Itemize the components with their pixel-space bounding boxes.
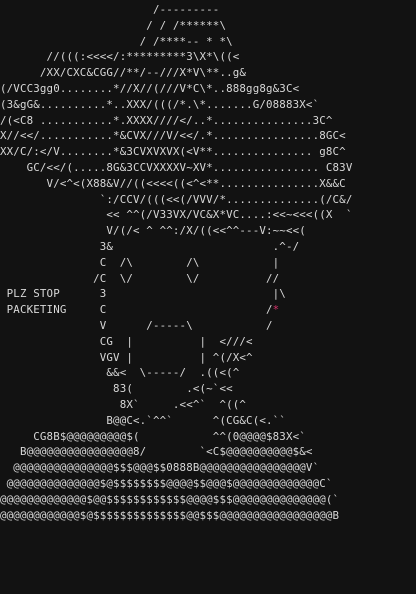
ascii-art-line: V/<^<(X88&V//((<<<<((<^<**..............… — [0, 176, 346, 190]
ascii-art-line: V /-----\ / — [0, 318, 273, 332]
ascii-art-line: @@@@@@@@@@@@@@@$$$@@@$$0888B@@@@@@@@@@@@… — [0, 461, 320, 475]
ascii-art-line: /(<C8 ...........*.XXXX////</..*........… — [0, 113, 333, 127]
ascii-art-line: PACKETING C /* — [0, 303, 280, 317]
ascii-art-line: /C \/ \/ // — [0, 271, 280, 285]
ascii-art-line: 83( .<(~`<< — [0, 382, 233, 396]
ascii-art-line: @@@@@@@@@@@@@@$@$$$$$$$$@@@@$$@@@$@@@@@@… — [0, 476, 333, 490]
ascii-art-line: `:/CCV/(((<<(/VVV/*..............(/C&/ — [0, 192, 353, 206]
ascii-art-line: GC/<</(.....8G&3CCVXXXXV~XV*............… — [0, 160, 353, 174]
ascii-art-line: V/(/< ^ ^^:/X/((<<^^---V:~~<<( — [0, 224, 306, 238]
ascii-art-line: /--------- — [0, 3, 220, 16]
ascii-art-line: VGV | | ^(/X<^ — [0, 350, 253, 364]
ascii-art-block: /--------- / / /******\ / /****-- * *\ /… — [0, 2, 352, 523]
ascii-art-line: C /\ /\ | — [0, 255, 280, 269]
ascii-art-line: XX/C/:</V........*&3CVXVXVX(<V**........… — [0, 145, 346, 159]
ascii-art-line: 3& .^-/ — [0, 239, 300, 253]
ascii-art-line: //(((:<<<</:*********3\X*\((< — [0, 50, 240, 64]
ascii-art-line: /XX/CXC&CGG//**/--///X*V\**..g& — [0, 66, 247, 80]
ascii-art-line: &&< \-----/ .((<(^ — [0, 366, 240, 380]
ascii-art-line: (3&gG&..........*..XXX/(((/*.\*.......G/… — [0, 97, 320, 111]
ascii-art-canvas: /--------- / / /******\ / /****-- * *\ /… — [0, 0, 416, 594]
ascii-art-line: B@@C<.`^^` ^(CG&C(<.`` — [0, 413, 286, 427]
ascii-art-line: @@@@@@@@@@@@@$@@$$$$$$$$$$$$@@@@$$$@@@@@… — [0, 492, 340, 506]
ascii-art-line: PLZ STOP 3 |\ — [0, 287, 286, 301]
ascii-art-line: X//<</...........*&CVX///V/<</.*........… — [0, 129, 346, 143]
ascii-art-line: @@@@@@@@@@@@$@$$$$$$$$$$$$$$@@$$$@@@@@@@… — [0, 508, 340, 522]
ascii-art-line: / / /******\ — [0, 18, 227, 32]
ascii-art-line: << ^^(/V33VX/VC&X*VC....:<<~<<<((X ` — [0, 208, 353, 222]
ascii-art-line: (/VCC3gg0........*//X//(///V*C\*..888gg8… — [0, 81, 300, 95]
accent-asterisk: * — [272, 303, 280, 317]
ascii-art-line: CG8B$@@@@@@@@@$( ^^(0@@@@$83X<` — [0, 429, 306, 443]
ascii-art-line: B@@@@@@@@@@@@@@@@8/ `<C$@@@@@@@@@@$&< — [0, 445, 313, 459]
ascii-art-line: / /****-- * *\ — [0, 34, 233, 48]
ascii-art-line: CG | | <///< — [0, 334, 253, 348]
ascii-art-line: 8X` .<<^` ^((^ — [0, 397, 247, 411]
